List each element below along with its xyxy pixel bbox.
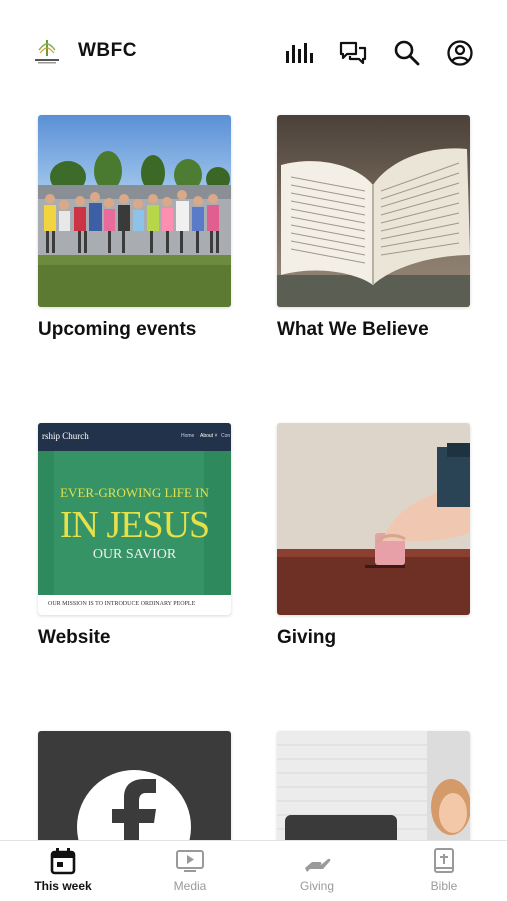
card-label: Upcoming events — [38, 319, 197, 340]
website-headline-line3: OUR SAVIOR — [92, 547, 177, 562]
tab-label: Bible — [430, 879, 458, 893]
card-photo[interactable] — [277, 731, 470, 840]
card-label: Website — [38, 627, 111, 648]
website-nav-link: Con — [221, 433, 231, 439]
card-upcoming-events[interactable]: Upcoming events — [38, 115, 231, 341]
calendar-icon — [0, 841, 126, 875]
card-grid: Upcoming events What We Believe rship Ch… — [0, 100, 507, 840]
profile-icon[interactable] — [443, 36, 477, 70]
card-giving[interactable]: Giving — [277, 423, 470, 649]
card-label: Giving — [277, 627, 337, 648]
status-bar — [0, 0, 507, 24]
website-nav-link: Home — [181, 433, 195, 439]
church-logo — [31, 38, 63, 66]
app-header: WBFC — [0, 28, 507, 78]
website-mission-bar: OUR MISSION IS TO INTRODUCE ORDINARY PEO… — [38, 595, 231, 615]
bar-chart-icon[interactable] — [282, 36, 316, 70]
card-what-we-believe[interactable]: What We Believe — [277, 115, 470, 341]
website-brand: rship Church — [42, 431, 89, 441]
tab-giving[interactable]: Giving — [254, 841, 380, 901]
bible-icon — [381, 841, 507, 875]
card-label: What We Believe — [277, 319, 429, 340]
open-bible-image — [277, 115, 470, 307]
bottom-tab-bar: This week Media Giving Bible — [0, 840, 507, 901]
tab-media[interactable]: Media — [127, 841, 253, 901]
website-nav-bar: rship Church Home About ˅ Con — [38, 423, 231, 451]
website-mission-text: OUR MISSION IS TO INTRODUCE ORDINARY PEO… — [48, 601, 196, 607]
video-icon — [127, 841, 253, 875]
chat-icon[interactable] — [336, 36, 370, 70]
website-nav-link: About ˅ — [200, 433, 218, 439]
giving-image — [277, 423, 470, 615]
tab-label: Media — [173, 879, 207, 893]
facebook-image — [38, 731, 231, 840]
website-preview: rship Church Home About ˅ Con EVER-GROWI… — [38, 423, 231, 615]
website-headline-line2: IN JESUS — [59, 504, 210, 546]
app-title: WBFC — [78, 40, 137, 61]
website-headline-line1: EVER-GROWING LIFE IN — [60, 485, 209, 500]
giving-hand-icon — [254, 841, 380, 875]
tab-this-week[interactable]: This week — [0, 841, 126, 901]
tab-label: This week — [34, 879, 92, 893]
photo-image — [277, 731, 470, 840]
tab-label: Giving — [299, 879, 334, 893]
tab-bible[interactable]: Bible — [381, 841, 507, 901]
card-facebook[interactable] — [38, 731, 231, 840]
card-website[interactable]: rship Church Home About ˅ Con EVER-GROWI… — [38, 423, 231, 649]
search-icon[interactable] — [390, 36, 424, 70]
upcoming-events-image — [38, 115, 231, 307]
